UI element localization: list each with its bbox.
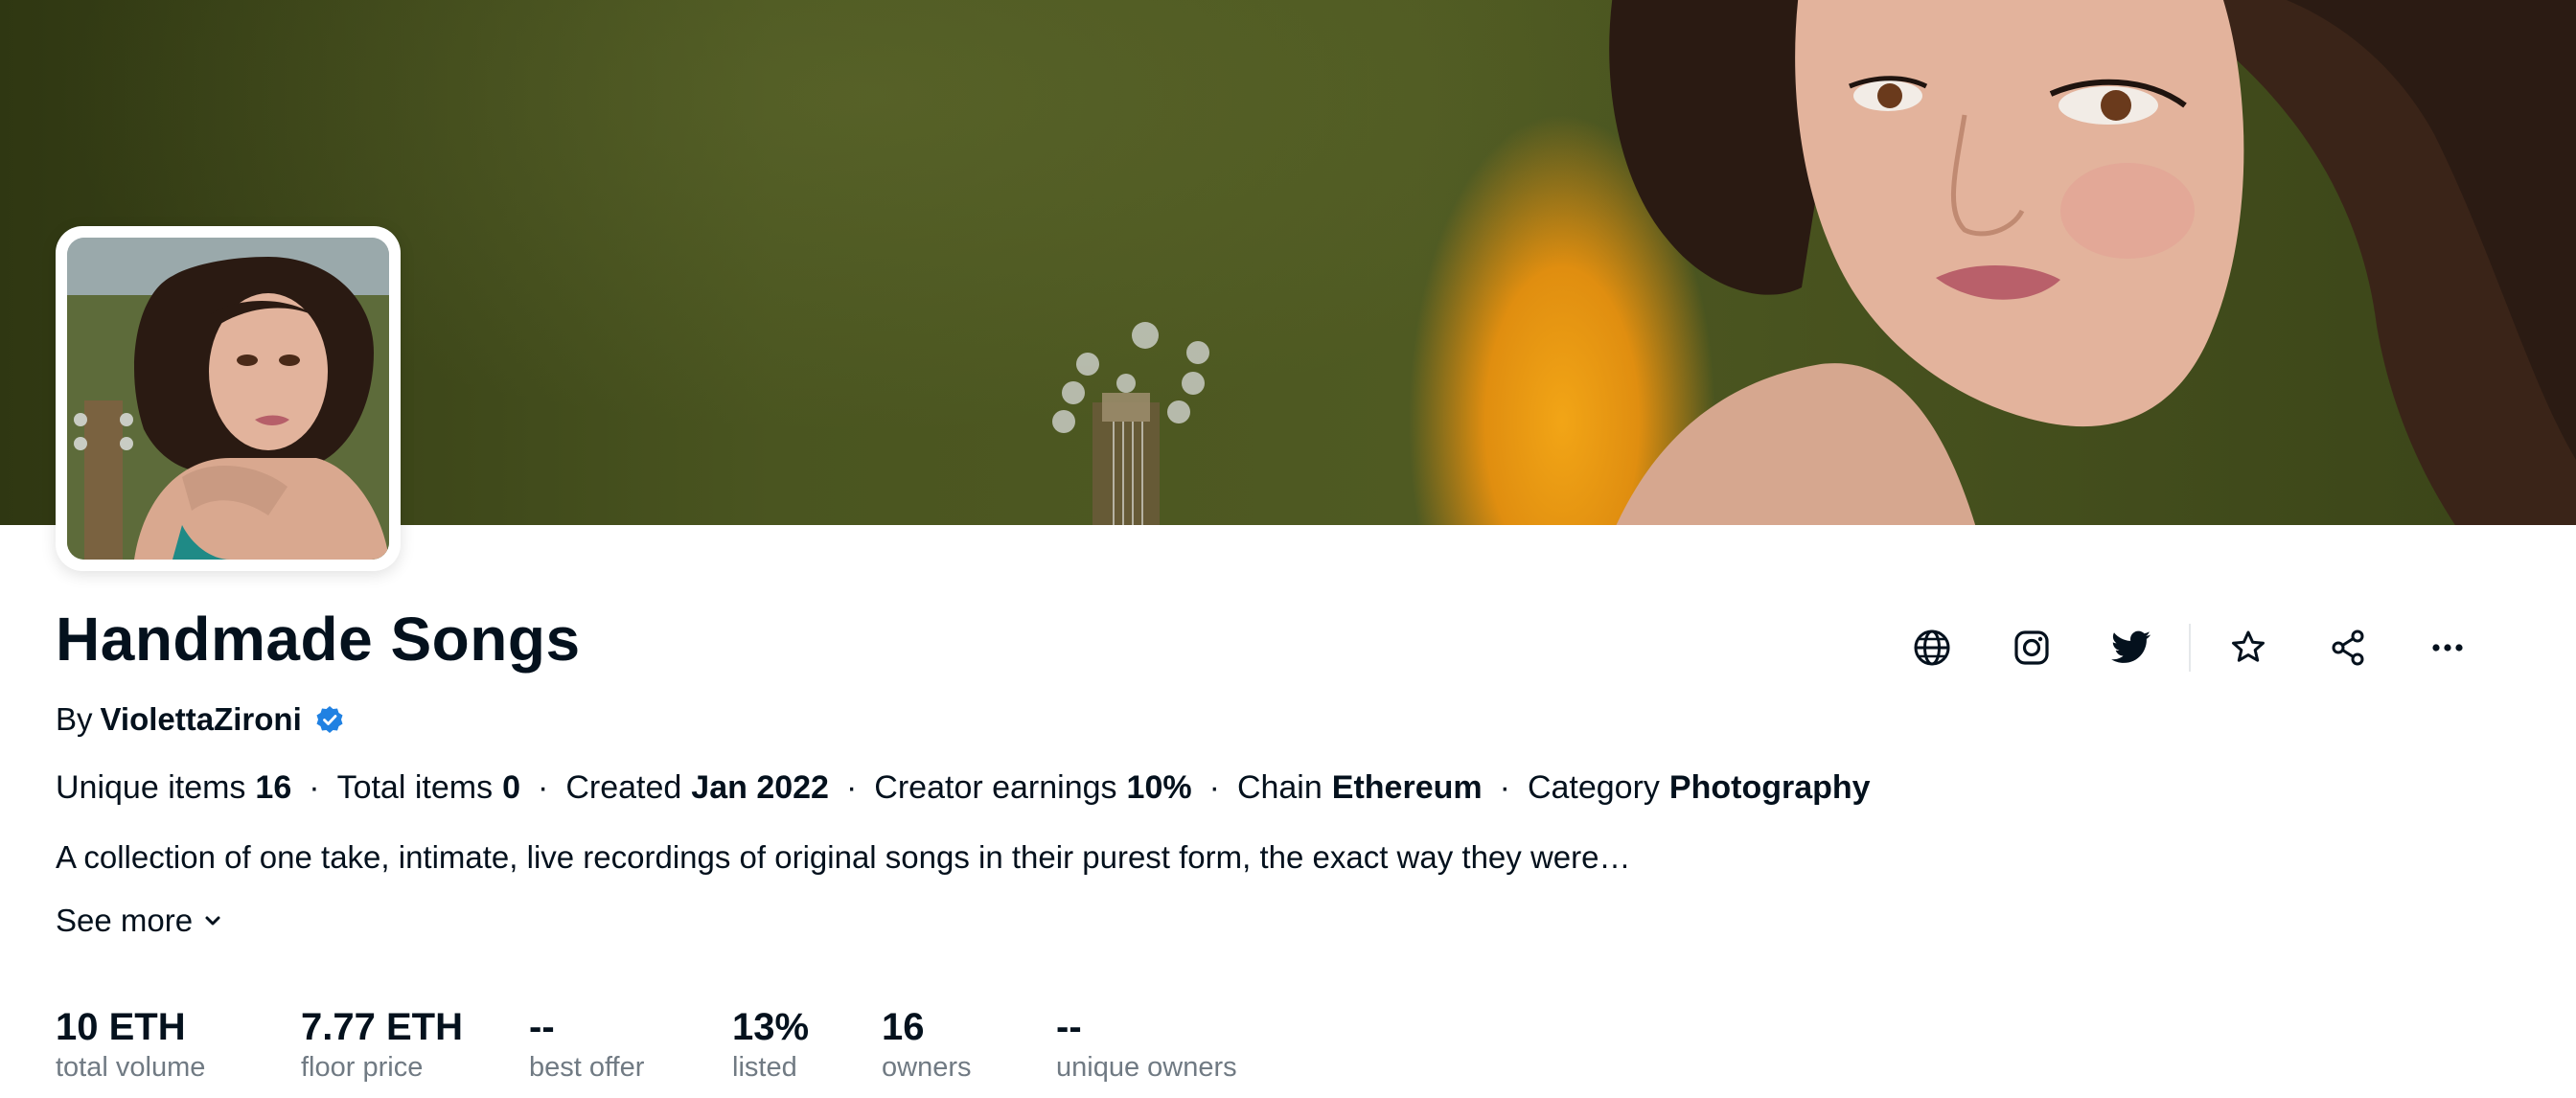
meta-label: Creator earnings [874,769,1117,806]
meta-value: Jan 2022 [691,769,829,806]
instagram-button[interactable] [1997,613,2066,682]
stat-value: 10 ETH [56,1006,186,1048]
website-button[interactable] [1898,613,1966,682]
stat-label: best offer [529,1052,645,1083]
share-icon [2332,629,2364,666]
stat-value: 13% [732,1006,810,1048]
share-button[interactable] [2313,613,2382,682]
banner-portrait-image [1609,0,2576,525]
stat-total-volume[interactable]: 10 ETH total volume [56,1006,301,1085]
meta-value[interactable]: Photography [1669,769,1871,807]
meta-separator: · [1208,769,1220,806]
collection-stats: 10 ETH total volume 7.77 ETH floor price… [56,1006,1276,1085]
instagram-icon [2014,630,2049,665]
creator-line: By ViolettaZironi [56,701,344,738]
collection-description: A collection of one take, intimate, live… [56,839,1631,875]
guitar-headstock-image [1052,322,1209,525]
verified-badge-icon [316,706,343,733]
stat-best-offer[interactable]: -- best offer [529,1006,732,1085]
see-more-button[interactable]: See more [56,903,223,939]
stat-value: -- [529,1006,555,1048]
by-prefix: By [56,701,93,737]
meta-category: Category Photography [1528,769,1871,807]
meta-unique-items: Unique items 16 [56,769,291,807]
avatar-portrait-illustration [67,238,389,560]
favorite-button[interactable] [2214,613,2283,682]
more-options-button[interactable] [2413,613,2482,682]
stat-owners[interactable]: 16 owners [882,1006,1056,1085]
twitter-button[interactable] [2097,613,2166,682]
stat-value: -- [1056,1006,1082,1048]
stat-label: floor price [301,1052,424,1083]
star-icon [2232,630,2265,662]
meta-separator: · [845,769,858,806]
meta-total-items: Total items 0 [337,769,520,807]
actions-divider [2189,624,2191,672]
stat-label: listed [732,1052,797,1083]
stat-unique-owners[interactable]: -- unique owners [1056,1006,1276,1085]
meta-separator: · [1499,769,1510,806]
collection-title: Handmade Songs [56,605,581,674]
meta-chain: Chain Ethereum [1237,769,1483,807]
meta-creator-earnings: Creator earnings 10% [874,769,1191,807]
meta-value: 16 [255,769,292,806]
stat-value: 16 [882,1006,925,1048]
meta-label: Unique items [56,769,246,806]
meta-label: Chain [1236,769,1322,806]
meta-created: Created Jan 2022 [565,769,829,807]
meta-label: Created [565,769,682,806]
stat-listed[interactable]: 13% listed [732,1006,882,1085]
meta-label: Total items [336,769,494,806]
meta-value: Ethereum [1331,769,1483,806]
stat-label: total volume [56,1052,206,1083]
stat-floor-price[interactable]: 7.77 ETH floor price [301,1006,529,1085]
creator-link[interactable]: ViolettaZironi [101,701,302,738]
see-more-label: See more [56,903,194,938]
stat-label: owners [882,1052,972,1083]
meta-value: 0 [502,769,520,806]
avatar-image [67,238,389,560]
globe-icon [1914,629,1950,666]
stat-label: unique owners [1056,1052,1237,1083]
chevron-down-icon [205,916,220,926]
meta-separator: · [538,769,549,806]
more-icon [2432,644,2463,652]
stat-value: 7.77 ETH [301,1006,463,1048]
collection-meta: Unique items 16 · Total items 0 · Create… [56,769,1871,807]
collection-avatar [56,226,401,571]
meta-value: 10% [1126,769,1192,806]
meta-separator: · [309,769,320,806]
collection-actions [1898,613,2482,682]
twitter-icon [2111,630,2150,663]
meta-label: Category [1527,769,1660,806]
